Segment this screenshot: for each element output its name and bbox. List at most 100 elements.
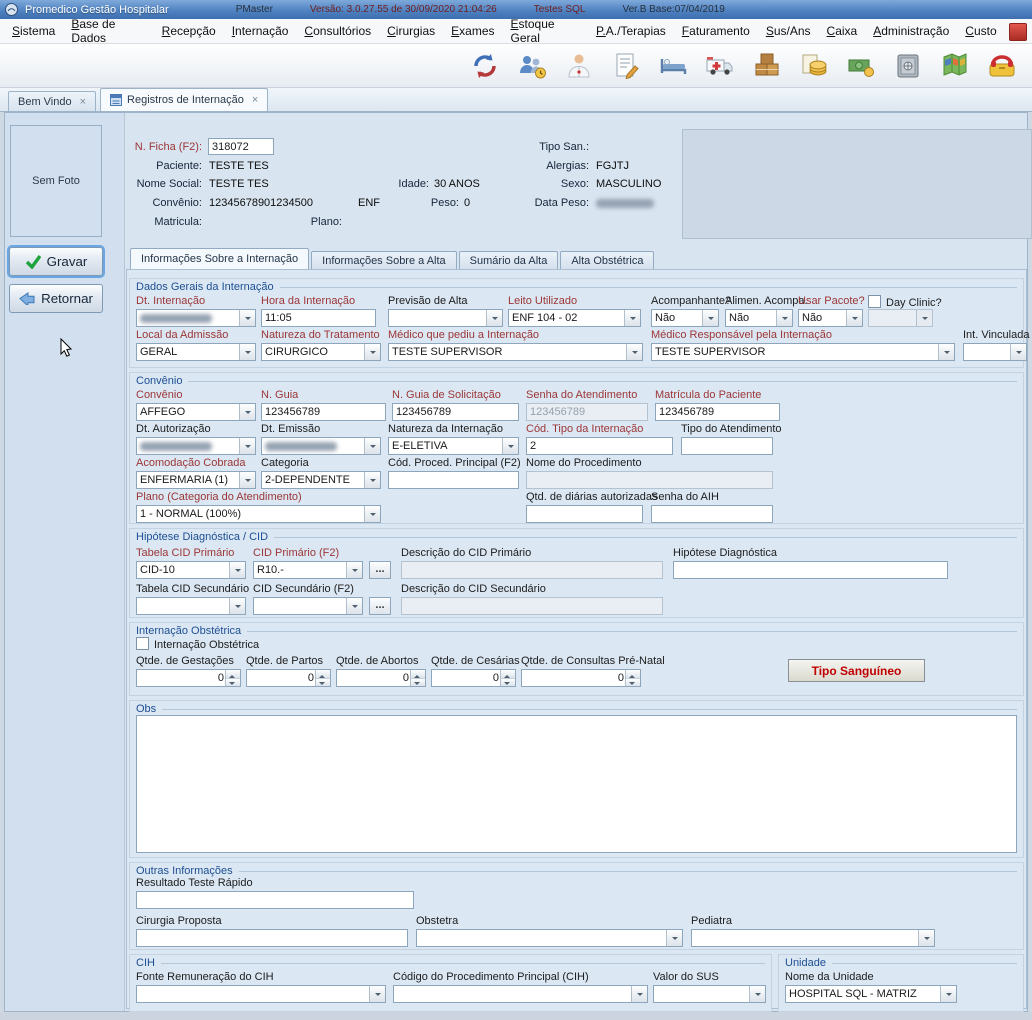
spinner-arrows-icon[interactable] [410, 670, 425, 686]
chevron-down-icon[interactable] [364, 506, 380, 522]
tabela-cid-primario-combo[interactable]: CID-10 [136, 561, 246, 579]
chevron-down-icon[interactable] [666, 930, 682, 946]
obstetra-combo[interactable] [416, 929, 683, 947]
spinner-arrows-icon[interactable] [315, 670, 330, 686]
menu-caixa[interactable]: Caixa [819, 20, 866, 42]
chevron-down-icon[interactable] [486, 310, 502, 326]
hipotese-diagnostica-input[interactable] [673, 561, 948, 579]
leito-combo[interactable]: ENF 104 - 02 [508, 309, 641, 327]
senha-atendimento-input[interactable]: 123456789 [526, 403, 648, 421]
hora-internacao-input[interactable]: 11:05 [261, 309, 376, 327]
descricao-cid-secundario-input[interactable] [401, 597, 663, 615]
chevron-down-icon[interactable] [1010, 344, 1026, 360]
day-clinic-checkbox[interactable] [868, 295, 881, 308]
close-icon[interactable]: × [252, 94, 258, 106]
chevron-down-icon[interactable] [346, 562, 362, 578]
alimen-acompa-combo[interactable]: Não [725, 309, 793, 327]
int-vinculada-combo[interactable] [963, 343, 1027, 361]
spinner-arrows-icon[interactable] [625, 670, 640, 686]
bed-icon[interactable] [653, 47, 693, 85]
menu-consultorios[interactable]: Consultórios [296, 20, 379, 42]
menu-cirurgias[interactable]: Cirurgias [379, 20, 443, 42]
chevron-down-icon[interactable] [239, 310, 255, 326]
qtde-abortos-stepper[interactable]: 0 [336, 669, 426, 687]
convenio-combo[interactable]: AFFEGO [136, 403, 256, 421]
chevron-down-icon[interactable] [631, 986, 647, 1002]
acompanhante-combo[interactable]: Não [651, 309, 719, 327]
qtde-gestacoes-stepper[interactable]: 0 [136, 669, 241, 687]
prescription-icon[interactable] [606, 47, 646, 85]
n-guia-input[interactable]: 123456789 [261, 403, 386, 421]
internacao-obstetrica-checkbox[interactable] [136, 637, 149, 650]
dt-emissao-combo[interactable] [261, 437, 381, 455]
valor-sus-combo[interactable] [653, 985, 766, 1003]
cid-secundario-browse-button[interactable]: ... [369, 597, 391, 615]
natureza-tratamento-combo[interactable]: CIRURGICO [261, 343, 381, 361]
sync-icon[interactable] [465, 47, 505, 85]
modules-icon[interactable] [935, 47, 975, 85]
chevron-down-icon[interactable] [364, 472, 380, 488]
fonte-remuneracao-cih-combo[interactable] [136, 985, 386, 1003]
menu-sus-ans[interactable]: Sus/Ans [758, 20, 819, 42]
menu-pa-terapias[interactable]: P.A./Terapias [588, 20, 674, 42]
cod-tipo-internacao-input[interactable]: 2 [526, 437, 673, 455]
obs-textarea[interactable] [136, 715, 1017, 853]
qtd-diarias-input[interactable] [526, 505, 643, 523]
dt-internacao-combo[interactable] [136, 309, 256, 327]
senha-aih-input[interactable] [651, 505, 773, 523]
chevron-down-icon[interactable] [346, 598, 362, 614]
chevron-down-icon[interactable] [502, 438, 518, 454]
chevron-down-icon[interactable] [749, 986, 765, 1002]
chevron-down-icon[interactable] [364, 344, 380, 360]
chevron-down-icon[interactable] [369, 986, 385, 1002]
reception-icon[interactable] [512, 47, 552, 85]
acomodacao-cobrada-combo[interactable]: ENFERMARIA (1) [136, 471, 256, 489]
medico-pediu-combo[interactable]: TESTE SUPERVISOR [388, 343, 643, 361]
chevron-down-icon[interactable] [626, 344, 642, 360]
chevron-down-icon[interactable] [918, 930, 934, 946]
chevron-down-icon[interactable] [364, 438, 380, 454]
tab-alta-obstetrica[interactable]: Alta Obstétrica [560, 251, 654, 269]
natureza-internacao-combo[interactable]: E-ELETIVA [388, 437, 519, 455]
qtde-consultas-prenatal-stepper[interactable]: 0 [521, 669, 641, 687]
menu-faturamento[interactable]: Faturamento [674, 20, 758, 42]
day-clinic-combo[interactable] [868, 309, 933, 327]
tipo-sanguineo-button[interactable]: Tipo Sanguíneo [788, 659, 925, 682]
pediatra-combo[interactable] [691, 929, 935, 947]
chevron-down-icon[interactable] [229, 562, 245, 578]
chevron-down-icon[interactable] [940, 986, 956, 1002]
plano-categoria-combo[interactable]: 1 - NORMAL (100%) [136, 505, 381, 523]
nome-procedimento-input[interactable] [526, 471, 773, 489]
cid-primario-combo[interactable]: R10.- [253, 561, 363, 579]
tab-bem-vindo[interactable]: Bem Vindo × [8, 91, 96, 111]
billing-icon[interactable] [794, 47, 834, 85]
dt-autorizacao-combo[interactable] [136, 437, 256, 455]
qtde-cesarias-stepper[interactable]: 0 [431, 669, 516, 687]
chevron-down-icon[interactable] [846, 310, 862, 326]
chevron-down-icon[interactable] [916, 310, 932, 326]
close-icon[interactable]: × [80, 96, 86, 108]
ficha-input[interactable]: 318072 [208, 138, 274, 155]
tab-sumario-alta[interactable]: Sumário da Alta [459, 251, 559, 269]
tab-informacoes-alta[interactable]: Informações Sobre a Alta [311, 251, 457, 269]
menu-exames[interactable]: Exames [443, 20, 502, 42]
resultado-teste-rapido-input[interactable] [136, 891, 414, 909]
chevron-down-icon[interactable] [229, 598, 245, 614]
descricao-cid-primario-input[interactable] [401, 561, 663, 579]
spinner-arrows-icon[interactable] [500, 670, 515, 686]
categoria-combo[interactable]: 2-DEPENDENTE [261, 471, 381, 489]
chevron-down-icon[interactable] [702, 310, 718, 326]
nome-unidade-combo[interactable]: HOSPITAL SQL - MATRIZ [785, 985, 957, 1003]
usar-pacote-combo[interactable]: Não [798, 309, 863, 327]
n-guia-solicitacao-input[interactable]: 123456789 [392, 403, 519, 421]
matricula-paciente-input[interactable]: 123456789 [655, 403, 780, 421]
cod-proced-principal-input[interactable] [388, 471, 519, 489]
menu-sistema[interactable]: Sistema [4, 20, 63, 42]
spinner-arrows-icon[interactable] [225, 670, 240, 686]
chevron-down-icon[interactable] [624, 310, 640, 326]
money-icon[interactable] [841, 47, 881, 85]
cid-primario-browse-button[interactable]: ... [369, 561, 391, 579]
gravar-button[interactable]: Gravar [9, 247, 103, 276]
previsao-alta-combo[interactable] [388, 309, 503, 327]
local-admissao-combo[interactable]: GERAL [136, 343, 256, 361]
